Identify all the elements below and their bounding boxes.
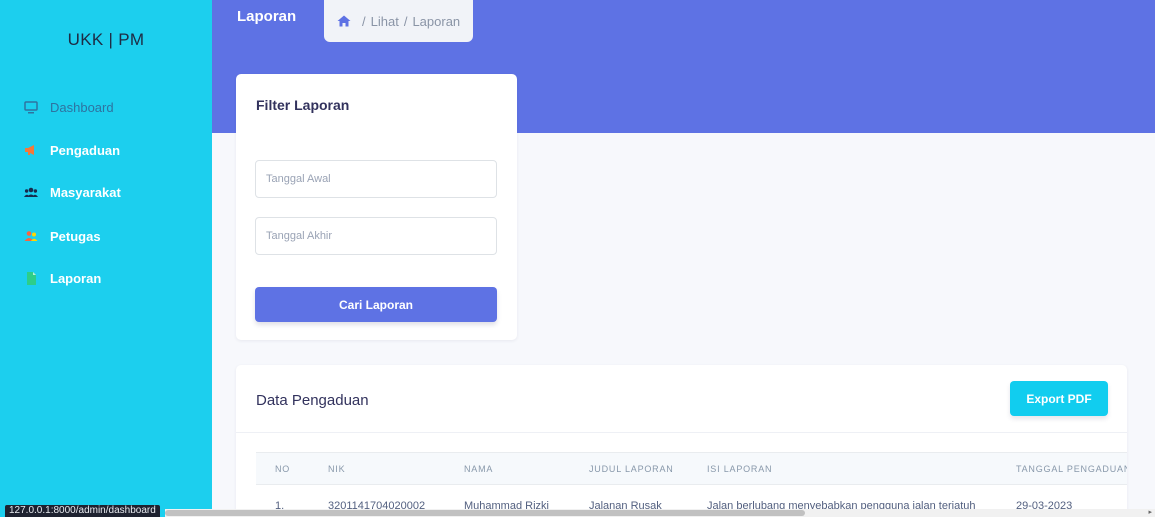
filter-title: Filter Laporan <box>256 97 350 113</box>
start-date-input[interactable] <box>255 160 497 198</box>
monitor-icon <box>24 100 38 114</box>
scroll-right-icon[interactable]: ▸ <box>1148 509 1152 516</box>
search-report-button[interactable]: Cari Laporan <box>255 287 497 322</box>
sidebar-item-pengaduan[interactable]: Pengaduan <box>24 140 120 160</box>
sidebar-item-petugas[interactable]: Petugas <box>24 226 101 246</box>
breadcrumb-separator: / <box>362 13 366 29</box>
home-icon[interactable] <box>337 15 351 27</box>
data-title: Data Pengaduan <box>256 392 369 409</box>
filter-card: Filter Laporan Cari Laporan <box>236 74 517 340</box>
breadcrumb-item-lihat[interactable]: Lihat <box>371 14 399 29</box>
table-header: NO NIK NAMA JUDUL LAPORAN ISI LAPORAN TA… <box>256 452 1127 485</box>
breadcrumb-item-laporan: Laporan <box>412 13 461 29</box>
user-group-icon <box>24 229 38 243</box>
sidebar-item-label: Laporan <box>50 270 102 286</box>
breadcrumb-separator: / <box>403 13 408 29</box>
sidebar-item-laporan[interactable]: Laporan <box>24 268 101 288</box>
sidebar-item-label: Masyarakat <box>50 184 121 200</box>
sidebar-item-dashboard[interactable]: Dashboard <box>24 97 114 117</box>
divider <box>236 432 1127 433</box>
file-icon <box>24 271 38 285</box>
sidebar-item-label: Dashboard <box>50 99 114 115</box>
status-bar-url: 127.0.0.1:8000/admin/dashboard <box>5 505 160 517</box>
sidebar-item-masyarakat[interactable]: Masyarakat <box>24 182 121 202</box>
brand-title[interactable]: UKK | PM <box>0 30 212 50</box>
sidebar-item-label: Pengaduan <box>50 142 121 158</box>
users-icon <box>24 185 38 199</box>
data-card: Data Pengaduan Export PDF NO NIK NAMA JU… <box>236 365 1127 517</box>
column-header-no: NO <box>275 464 291 474</box>
column-header-tanggal: TANGGAL PENGADUAN <box>1016 464 1127 474</box>
sidebar-item-label: Petugas <box>50 228 101 244</box>
column-header-nama: NAMA <box>464 464 494 474</box>
horizontal-scrollbar[interactable]: ▸ <box>165 509 1155 517</box>
export-pdf-button[interactable]: Export PDF <box>1010 381 1108 416</box>
column-header-nik: NIK <box>328 464 346 474</box>
sidebar: UKK | PM Dashboard Pengaduan Masyarakat … <box>0 0 212 517</box>
column-header-judul: JUDUL LAPORAN <box>589 464 674 474</box>
megaphone-icon <box>24 143 38 157</box>
column-header-isi: ISI LAPORAN <box>707 464 773 474</box>
end-date-input[interactable] <box>255 217 497 255</box>
scrollbar-thumb[interactable] <box>165 510 805 516</box>
breadcrumb: / Lihat / Laporan <box>324 0 474 42</box>
page-title: Laporan <box>237 8 297 25</box>
